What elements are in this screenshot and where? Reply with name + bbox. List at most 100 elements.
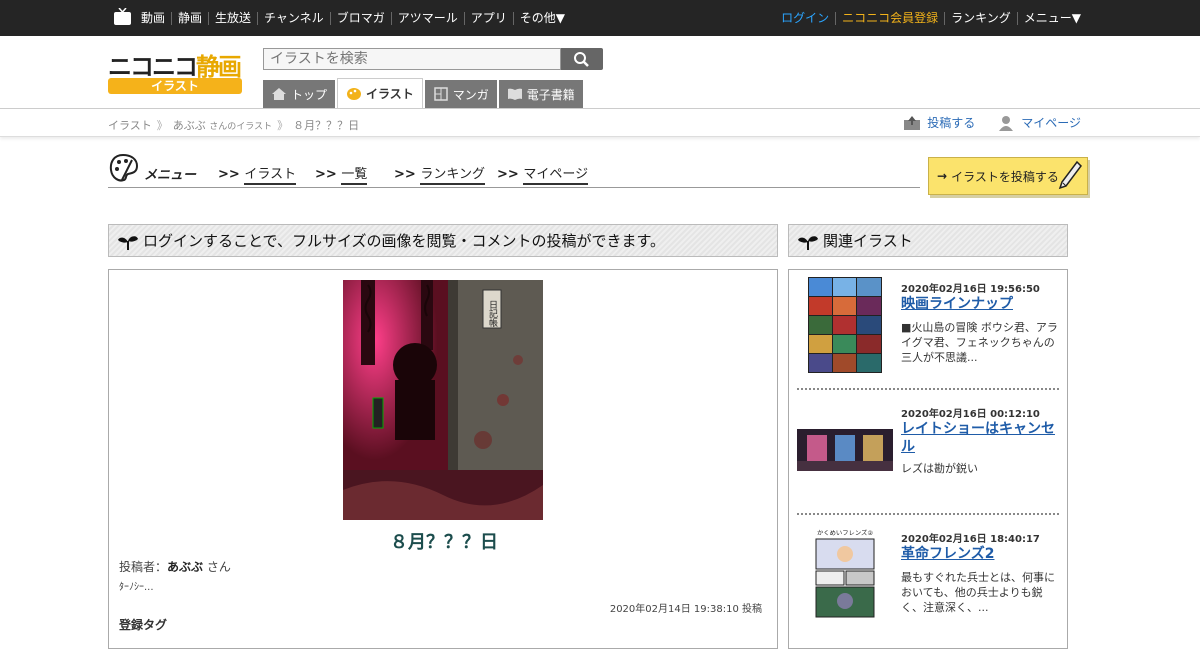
illust-detail-panel: 日記帳 ８月？？？日 投稿者：あぶぶ さん ﾀｰﾉｼｰ... 2020年02月1… <box>108 269 778 649</box>
palette-icon <box>109 153 139 182</box>
nav-other[interactable]: その他▼ <box>512 11 571 25</box>
tab-label: イラスト <box>366 87 414 101</box>
tab-label: 電子書籍 <box>526 87 575 102</box>
menu-dropdown[interactable]: メニュー▼ <box>1016 11 1087 25</box>
tags-heading: 登録タグ <box>119 618 168 632</box>
post-link-label: 投稿する <box>927 116 976 130</box>
related-thumb-caption: かくめいフレンズ② <box>817 529 874 537</box>
related-thumbnail[interactable] <box>797 429 893 471</box>
logo-main: ニコニコ <box>108 53 198 81</box>
post-illust-label: イラストを投稿する <box>951 169 1059 184</box>
site-header: ニコニコ静画 イラスト トップ イラスト マンガ 電子書籍 <box>0 36 1200 109</box>
related-description: ■火山島の冒険 ボウシ君、アライグマ君、フェネックちゃんの三人が不思議... <box>901 321 1058 364</box>
upload-icon <box>904 115 921 130</box>
nav-seiga[interactable]: 静画 <box>171 11 208 25</box>
tab-label: マンガ <box>452 87 489 102</box>
search-input[interactable] <box>263 48 561 70</box>
related-item: 2020年02月16日 19:56:50 映画ラインナップ ■火山島の冒険 ボウ… <box>797 270 1059 390</box>
illust-image[interactable]: 日記帳 <box>343 280 543 520</box>
crumb-current: ８月？？？日 <box>293 119 360 132</box>
login-notice-text: ログインすることで、フルサイズの画像を閲覧・コメントの投稿ができます。 <box>143 232 666 250</box>
user-icon <box>999 115 1014 131</box>
nav-atsumaru[interactable]: アツマール <box>390 11 464 25</box>
search-icon <box>574 52 589 67</box>
home-icon <box>272 88 286 100</box>
niconico-tv-icon[interactable] <box>114 8 131 25</box>
menu-item-mypage[interactable]: >> マイページ <box>497 163 589 185</box>
related-description: レズは勘が鋭い <box>901 462 978 475</box>
related-title[interactable]: レイトショーはキャンセル <box>901 420 1059 456</box>
breadcrumb-bar: イラスト》あぶぶ さんのイラスト》 ８月？？？日 投稿する マイページ <box>0 109 1200 137</box>
menu-item-label: ランキング <box>420 167 485 185</box>
menu-item-list[interactable]: >> 一覧 <box>315 163 368 185</box>
menu-item-ranking[interactable]: >> ランキング <box>394 163 485 185</box>
manga-icon <box>434 87 448 101</box>
related-item: かくめいフレンズ② 2020年02月16日 18:40:17 革命フレンズ2 最… <box>797 520 1059 640</box>
category-tabs: トップ イラスト マンガ 電子書籍 <box>263 78 585 108</box>
poster-name[interactable]: あぶぶ <box>167 560 203 574</box>
menu-arrow: >> <box>394 167 416 182</box>
nav-live[interactable]: 生放送 <box>208 11 257 25</box>
menu-label: メニュー <box>144 168 197 183</box>
related-header-text: 関連イラスト <box>823 232 913 250</box>
sprout-icon <box>798 236 818 250</box>
service-nav: 動画 静画 生放送 チャンネル ブロマガ アツマール アプリ その他▼ <box>141 0 571 36</box>
crumb-user[interactable]: あぶぶ <box>173 119 206 132</box>
login-link[interactable]: ログイン <box>775 11 835 25</box>
ranking-link[interactable]: ランキング <box>944 11 1017 25</box>
related-item: 2020年02月16日 00:12:10 レイトショーはキャンセル レズは勘が鋭… <box>797 395 1059 515</box>
post-link[interactable]: 投稿する <box>903 114 975 131</box>
related-thumbnail[interactable] <box>808 277 882 373</box>
posted-date: 2020年02月14日 19:38:10 投稿 <box>609 604 762 615</box>
menu-item-label: マイページ <box>523 167 589 185</box>
related-title[interactable]: 映画ラインナップ <box>901 295 1059 313</box>
tab-manga[interactable]: マンガ <box>424 80 497 108</box>
nav-channel[interactable]: チャンネル <box>257 11 330 25</box>
tab-label: トップ <box>291 87 328 102</box>
register-link[interactable]: ニコニコ会員登録 <box>835 11 944 25</box>
search-button[interactable] <box>561 48 603 70</box>
tab-illust[interactable]: イラスト <box>337 78 423 108</box>
logo-accent: 静画 <box>196 53 242 81</box>
related-thumb-image: かくめいフレンズ② <box>815 527 875 619</box>
mypage-link[interactable]: マイページ <box>997 114 1081 131</box>
breadcrumb: イラスト》あぶぶ さんのイラスト》 ８月？？？日 <box>108 119 360 132</box>
seiga-logo[interactable]: ニコニコ静画 イラスト <box>108 47 242 95</box>
menu-arrow: >> <box>315 167 337 182</box>
menu-item-label: 一覧 <box>341 167 368 185</box>
palette-icon <box>347 87 362 100</box>
related-thumb-image <box>808 277 882 373</box>
nav-video[interactable]: 動画 <box>141 11 171 25</box>
nav-app[interactable]: アプリ <box>463 11 513 25</box>
poster-suffix: さん <box>206 560 231 574</box>
related-thumbnail[interactable]: かくめいフレンズ② <box>815 527 875 619</box>
menu-arrow: >> <box>497 167 519 182</box>
poster-label: 投稿者： <box>119 560 168 574</box>
illust-sign-text: 日記帳 <box>487 300 498 328</box>
illust-title: ８月？？？日 <box>390 532 498 553</box>
tab-top[interactable]: トップ <box>263 80 336 108</box>
related-panel: 2020年02月16日 19:56:50 映画ラインナップ ■火山島の冒険 ボウ… <box>788 269 1068 649</box>
post-illust-button[interactable]: → イラストを投稿する <box>928 157 1088 195</box>
mypage-link-label: マイページ <box>1021 116 1081 130</box>
user-actions: 投稿する マイページ <box>881 114 1081 131</box>
related-description: 最もすぐれた兵士とは、何事においても、他の兵士よりも鋭く、注意深く、... <box>901 571 1055 614</box>
nav-blomaga[interactable]: ブロマガ <box>329 11 391 25</box>
illust-artwork: 日記帳 <box>343 280 543 520</box>
related-date: 2020年02月16日 00:12:10 <box>901 409 1040 420</box>
global-nav-bar: 動画 静画 生放送 チャンネル ブロマガ アツマール アプリ その他▼ ログイン… <box>0 0 1200 36</box>
illust-description: ﾀｰﾉｼｰ... <box>119 582 154 593</box>
tab-ebook[interactable]: 電子書籍 <box>498 80 583 108</box>
poster-info: 投稿者：あぶぶ さん <box>119 558 231 575</box>
illust-menu: メニュー >> イラスト >> 一覧 >> ランキング >> マイページ <box>108 150 920 188</box>
menu-item-label: イラスト <box>244 167 297 185</box>
book-icon <box>507 88 522 100</box>
menu-item-illust[interactable]: >> イラスト <box>218 163 297 185</box>
login-notice-header: ログインすることで、フルサイズの画像を閲覧・コメントの投稿ができます。 <box>108 224 778 257</box>
related-title[interactable]: 革命フレンズ2 <box>901 545 1059 563</box>
account-nav: ログイン ニコニコ会員登録 ランキング メニュー▼ <box>775 0 1087 36</box>
pen-icon <box>1058 160 1082 190</box>
crumb-illust[interactable]: イラスト <box>108 119 152 132</box>
related-date: 2020年02月16日 18:40:17 <box>901 534 1040 545</box>
crumb-user-suffix[interactable]: さんのイラスト <box>209 122 272 132</box>
